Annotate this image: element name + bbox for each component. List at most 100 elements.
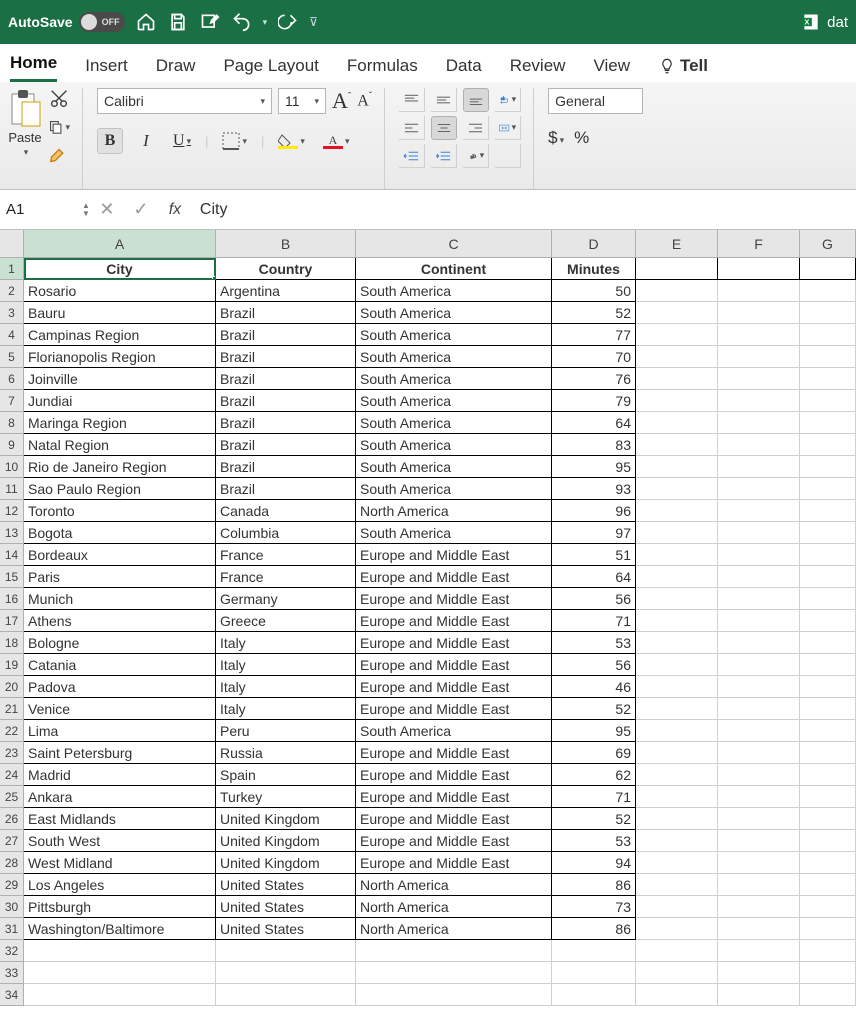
cell[interactable]: Europe and Middle East <box>356 566 552 588</box>
cell[interactable] <box>718 808 800 830</box>
cell[interactable] <box>800 742 856 764</box>
cell[interactable]: 71 <box>552 610 636 632</box>
row-header[interactable]: 11 <box>0 478 24 500</box>
cell[interactable] <box>718 258 800 280</box>
cell[interactable]: 53 <box>552 830 636 852</box>
cell[interactable] <box>718 588 800 610</box>
row-header[interactable]: 16 <box>0 588 24 610</box>
row-header[interactable]: 21 <box>0 698 24 720</box>
cell[interactable] <box>636 500 718 522</box>
undo-icon[interactable] <box>231 11 253 33</box>
cell[interactable] <box>636 544 718 566</box>
cell[interactable] <box>636 588 718 610</box>
cell[interactable] <box>636 918 718 940</box>
copy-icon[interactable]: ▾ <box>48 116 70 138</box>
cell[interactable]: Europe and Middle East <box>356 742 552 764</box>
cell[interactable] <box>718 544 800 566</box>
cell[interactable]: 86 <box>552 918 636 940</box>
cell[interactable]: Brazil <box>216 324 356 346</box>
cell[interactable] <box>718 918 800 940</box>
cell[interactable]: Brazil <box>216 390 356 412</box>
row-header[interactable]: 25 <box>0 786 24 808</box>
cell[interactable]: Saint Petersburg <box>24 742 216 764</box>
cell[interactable] <box>800 588 856 610</box>
cell[interactable]: Pittsburgh <box>24 896 216 918</box>
cell[interactable]: United Kingdom <box>216 830 356 852</box>
cell[interactable] <box>636 456 718 478</box>
cell[interactable]: Lima <box>24 720 216 742</box>
cell[interactable]: South America <box>356 280 552 302</box>
cell[interactable] <box>718 632 800 654</box>
cell[interactable] <box>800 654 856 676</box>
cell[interactable]: Europe and Middle East <box>356 588 552 610</box>
row-header[interactable]: 33 <box>0 962 24 984</box>
cell[interactable] <box>800 852 856 874</box>
cell[interactable] <box>636 852 718 874</box>
bold-button[interactable]: B <box>97 128 123 154</box>
cell[interactable]: Brazil <box>216 478 356 500</box>
edit-icon[interactable] <box>199 11 221 33</box>
cell[interactable] <box>718 940 800 962</box>
formula-input[interactable]: City <box>192 201 856 219</box>
cell[interactable] <box>800 346 856 368</box>
cell[interactable] <box>800 280 856 302</box>
fill-color-button[interactable]: ▾ <box>274 128 309 154</box>
autosave-toggle[interactable]: AutoSave OFF <box>8 12 125 32</box>
cell[interactable] <box>718 566 800 588</box>
row-header[interactable]: 13 <box>0 522 24 544</box>
row-header[interactable]: 6 <box>0 368 24 390</box>
row-header[interactable]: 30 <box>0 896 24 918</box>
cell[interactable] <box>636 302 718 324</box>
increase-font-icon[interactable]: Aˆ <box>332 88 351 114</box>
cell[interactable]: 51 <box>552 544 636 566</box>
cell[interactable] <box>800 962 856 984</box>
cell[interactable] <box>718 500 800 522</box>
cell[interactable]: City <box>24 258 216 280</box>
cell[interactable]: Padova <box>24 676 216 698</box>
cell[interactable] <box>718 984 800 1006</box>
number-format-select[interactable]: General <box>548 88 643 114</box>
row-header[interactable]: 9 <box>0 434 24 456</box>
col-header-E[interactable]: E <box>636 230 718 257</box>
cell[interactable]: South America <box>356 368 552 390</box>
row-header[interactable]: 24 <box>0 764 24 786</box>
cell[interactable] <box>800 874 856 896</box>
row-header[interactable]: 8 <box>0 412 24 434</box>
cancel-edit-icon[interactable]: ✕ <box>90 199 124 220</box>
cell[interactable]: Europe and Middle East <box>356 610 552 632</box>
cell[interactable] <box>718 896 800 918</box>
row-header[interactable]: 15 <box>0 566 24 588</box>
row-header[interactable]: 12 <box>0 500 24 522</box>
cell[interactable]: North America <box>356 500 552 522</box>
row-header[interactable]: 4 <box>0 324 24 346</box>
cell[interactable]: Europe and Middle East <box>356 786 552 808</box>
cell[interactable]: Brazil <box>216 456 356 478</box>
cell[interactable]: United Kingdom <box>216 852 356 874</box>
cell[interactable] <box>356 940 552 962</box>
cell[interactable] <box>718 654 800 676</box>
cell[interactable] <box>636 940 718 962</box>
cell[interactable]: South America <box>356 346 552 368</box>
cell[interactable] <box>636 786 718 808</box>
cell[interactable] <box>800 918 856 940</box>
cell[interactable] <box>800 390 856 412</box>
cell[interactable]: 97 <box>552 522 636 544</box>
cell[interactable]: 46 <box>552 676 636 698</box>
italic-button[interactable]: I <box>133 128 159 154</box>
cell[interactable]: Brazil <box>216 434 356 456</box>
cell[interactable]: 71 <box>552 786 636 808</box>
cell[interactable] <box>718 522 800 544</box>
cell[interactable]: France <box>216 544 356 566</box>
orientation-icon[interactable]: ab▾ <box>463 144 489 168</box>
cell[interactable] <box>636 874 718 896</box>
cell[interactable]: South America <box>356 434 552 456</box>
cell[interactable]: Europe and Middle East <box>356 830 552 852</box>
format-painter-icon[interactable] <box>48 144 70 166</box>
col-header-F[interactable]: F <box>718 230 800 257</box>
cell[interactable] <box>636 566 718 588</box>
cell[interactable] <box>636 830 718 852</box>
cell[interactable] <box>636 368 718 390</box>
align-top-icon[interactable] <box>399 88 425 112</box>
tab-page-layout[interactable]: Page Layout <box>223 56 318 82</box>
cell[interactable]: 93 <box>552 478 636 500</box>
